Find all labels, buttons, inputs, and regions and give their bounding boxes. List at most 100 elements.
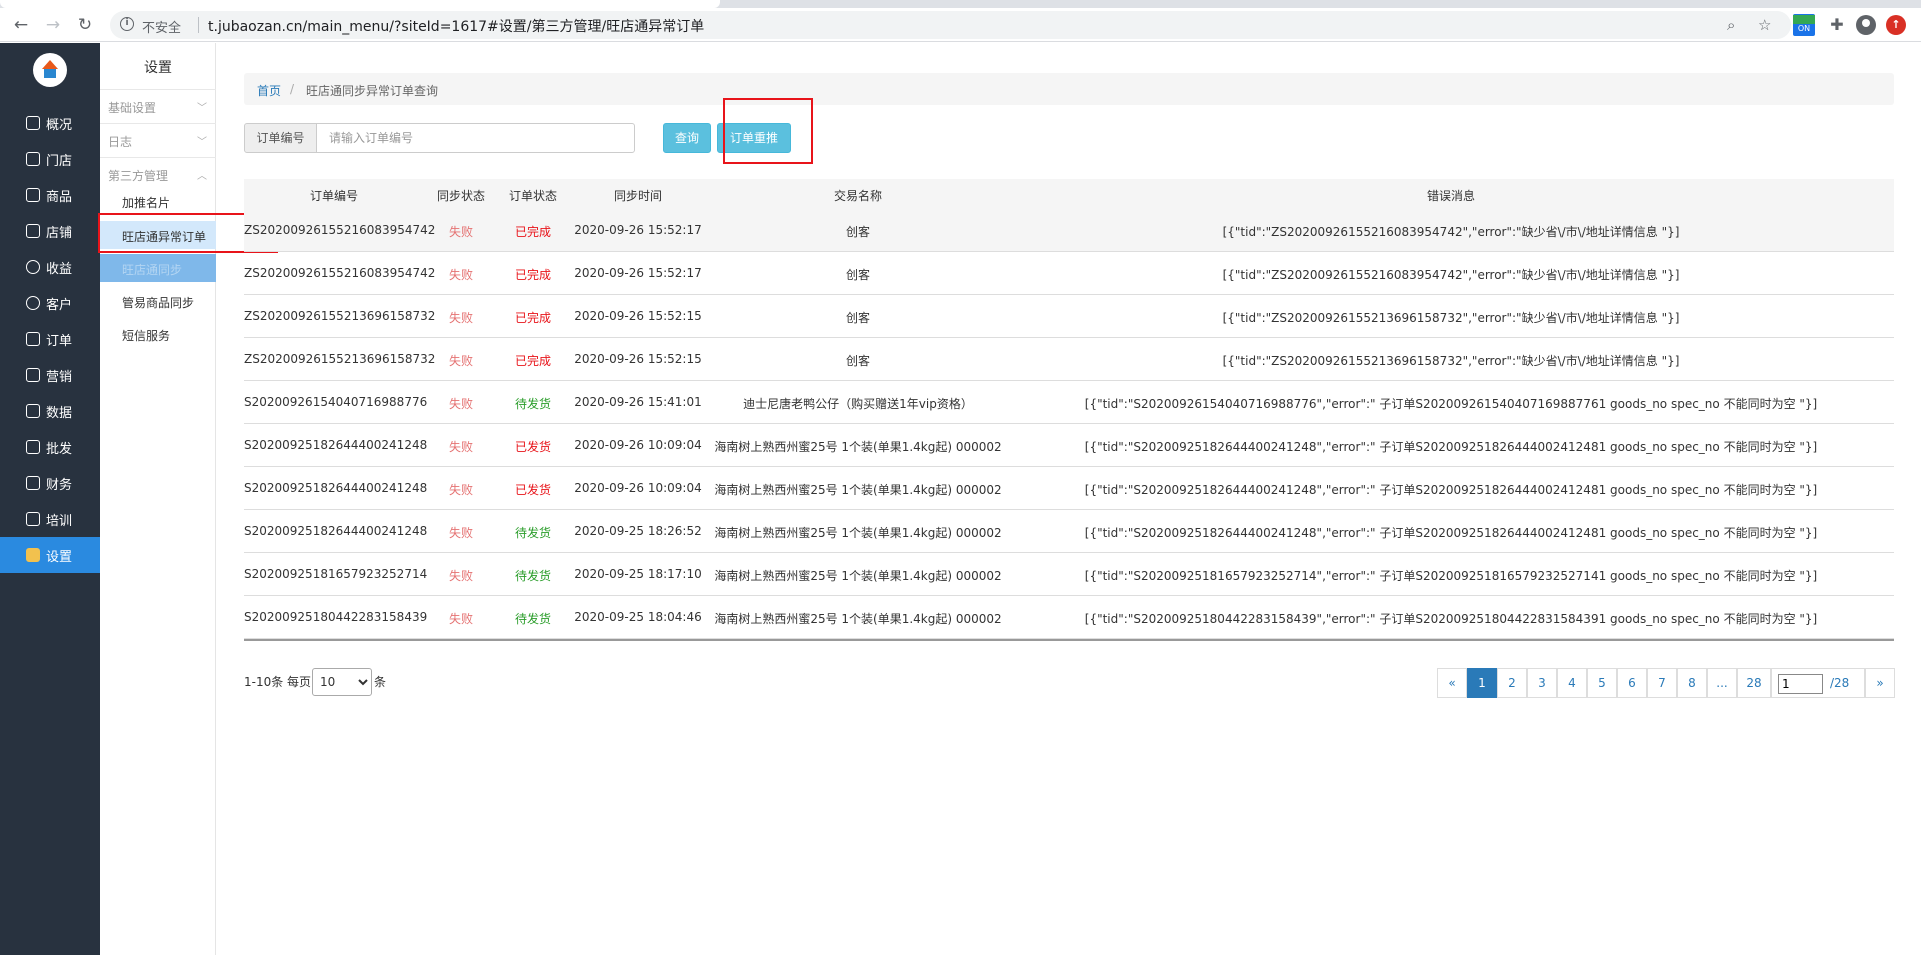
sub-sidebar: 设置 基础设置 ﹀ 日志 ﹀ 第三方管理 ︿ 加推名片 旺店通异常订单 旺店通同…: [100, 43, 216, 955]
table-row: ZS20200926155213696158732 失败 已完成 2020-09-26…: [244, 338, 1894, 381]
app-logo[interactable]: [33, 53, 67, 87]
sidebar-item-marketing[interactable]: 营销: [0, 357, 100, 393]
cell-sync-time: 2020-09-26 15:52:15: [574, 352, 702, 366]
sidebar-item-shop[interactable]: 店铺: [0, 213, 100, 249]
cell-trade-name: 创客: [845, 311, 870, 325]
page-button-8[interactable]: 8: [1677, 668, 1707, 698]
cell-trade-name: 创客: [845, 354, 870, 368]
sidebar-item-training[interactable]: 培训: [0, 501, 100, 537]
cell-order-status: 已完成: [514, 225, 551, 239]
page-button-2[interactable]: 2: [1497, 668, 1527, 698]
cell-error-message: [{"tid":"S20200925182644400241248","erro…: [1084, 483, 1818, 497]
sidebar-item-label: 客户: [46, 298, 73, 313]
page-button-1[interactable]: 1: [1467, 668, 1497, 698]
page-button-7[interactable]: 7: [1647, 668, 1677, 698]
subnav-item-business-card[interactable]: 加推名片: [100, 187, 216, 215]
subnav-item-sms[interactable]: 短信服务: [100, 320, 216, 348]
cell-sync-time: 2020-09-25 18:26:52: [574, 524, 702, 538]
omnibox-divider: [198, 17, 199, 33]
browser-tab-active[interactable]: [0, 0, 720, 8]
col-order-no: 订单编号: [309, 189, 358, 203]
subnav-group-thirdparty[interactable]: 第三方管理: [108, 167, 168, 184]
reload-icon[interactable]: ↻: [72, 12, 98, 38]
subnav-group-basic[interactable]: 基础设置: [108, 99, 156, 116]
sidebar-item-label: 财务: [46, 478, 73, 493]
search-label: 订单编号: [244, 123, 317, 153]
sidebar-item-orders[interactable]: 订单: [0, 321, 100, 357]
bookmark-star-icon[interactable]: ☆: [1758, 16, 1771, 34]
sidebar-item-products[interactable]: 商品: [0, 177, 100, 213]
sidebar-item-customers[interactable]: 客户: [0, 285, 100, 321]
profile-avatar-icon[interactable]: [1856, 15, 1876, 35]
cell-order-no: S20200925181657923252714: [244, 567, 428, 581]
chevron-up-icon[interactable]: ︿: [197, 167, 207, 182]
sidebar-item-settings[interactable]: 设置: [0, 537, 100, 573]
sidebar-item-label: 订单: [46, 334, 73, 349]
extensions-puzzle-icon[interactable]: ✚: [1826, 14, 1848, 36]
subnav-item-label: 旺店通同步: [122, 263, 183, 277]
home-icon: [26, 116, 40, 130]
gift-icon: [26, 368, 40, 382]
table-bottom-border: [244, 639, 1894, 641]
page-jump-input[interactable]: [1778, 674, 1823, 694]
page-total: /28: [1830, 676, 1850, 690]
page-button-6[interactable]: 6: [1617, 668, 1647, 698]
chevron-down-icon[interactable]: ﹀: [197, 99, 207, 114]
cell-order-status: 已完成: [514, 311, 551, 325]
sidebar-item-wholesale[interactable]: 批发: [0, 429, 100, 465]
sidebar-item-label: 商品: [46, 190, 73, 205]
address-bar[interactable]: i 不安全 t.jubaozan.cn/main_menu/?siteId=16…: [110, 11, 1791, 39]
page-button-5[interactable]: 5: [1587, 668, 1617, 698]
chevron-down-icon[interactable]: ﹀: [197, 133, 207, 148]
update-icon[interactable]: ↑: [1886, 15, 1906, 35]
info-icon[interactable]: i: [120, 17, 134, 31]
subnav-item-label: 短信服务: [122, 329, 171, 343]
cell-error-message: [{"tid":"S20200925182644400241248","erro…: [1084, 440, 1818, 454]
cell-order-no: S20200925182644400241248: [244, 481, 428, 495]
cell-trade-name: 海南树上熟西州蜜25号 1个装(单果1.4kg起) 000002: [714, 569, 1002, 583]
cell-order-status: 待发货: [514, 612, 551, 626]
sidebar-item-label: 批发: [46, 442, 73, 457]
subnav-group-log[interactable]: 日志: [108, 133, 132, 150]
back-icon[interactable]: ←: [8, 12, 34, 38]
wholesale-icon: [26, 440, 40, 454]
cell-sync-time: 2020-09-26 15:52:17: [574, 223, 702, 237]
cell-sync-status: 失败: [448, 354, 473, 368]
url-text[interactable]: t.jubaozan.cn/main_menu/?siteId=1617#设置/…: [208, 16, 704, 36]
page-button-4[interactable]: 4: [1557, 668, 1587, 698]
col-sync-status: 同步状态: [436, 189, 485, 203]
table-row: ZS20200926155216083954742 失败 已完成 2020-09-26…: [244, 252, 1894, 295]
extension-on-icon[interactable]: ON: [1793, 14, 1815, 36]
page-button-28[interactable]: 28: [1737, 668, 1771, 698]
col-order-status: 订单状态: [508, 189, 557, 203]
order-number-input[interactable]: [316, 123, 635, 153]
cell-order-status: 已发货: [514, 440, 551, 454]
sidebar-item-label: 概况: [46, 118, 73, 133]
query-button[interactable]: 查询: [663, 123, 711, 153]
zoom-icon[interactable]: ⌕: [1727, 16, 1735, 34]
sidebar-item-label: 数据: [46, 406, 73, 421]
breadcrumb-home-link[interactable]: 首页: [257, 82, 281, 99]
page-button-3[interactable]: 3: [1527, 668, 1557, 698]
order-search-group: 订单编号: [244, 123, 635, 153]
page-ellipsis: ...: [1707, 668, 1737, 698]
table-row: ZS20200926155213696158732 失败 已完成 2020-09-26…: [244, 295, 1894, 338]
sidebar-item-data[interactable]: 数据: [0, 393, 100, 429]
main-sidebar: 概况 门店 商品 店铺 收益 客户 订单 营销 数据 批发 财务 培训 设置: [0, 43, 100, 955]
next-page-button[interactable]: »: [1865, 668, 1895, 698]
cell-sync-time: 2020-09-25 18:17:10: [574, 567, 702, 581]
sidebar-item-earnings[interactable]: 收益: [0, 249, 100, 285]
divider: [100, 89, 216, 90]
cell-order-status: 待发货: [514, 569, 551, 583]
sidebar-item-store[interactable]: 门店: [0, 141, 100, 177]
sidebar-item-finance[interactable]: 财务: [0, 465, 100, 501]
page-size-select[interactable]: 10: [312, 668, 372, 696]
forward-icon[interactable]: →: [40, 12, 66, 38]
cell-order-status: 待发货: [514, 397, 551, 411]
subnav-item-wdt-sync[interactable]: 旺店通同步: [100, 254, 216, 282]
prev-page-button[interactable]: «: [1437, 668, 1467, 698]
sidebar-item-overview[interactable]: 概况: [0, 105, 100, 141]
subnav-item-label: 管易商品同步: [122, 296, 195, 310]
main-content: 首页 / 旺店通同步异常订单查询 订单编号 查询 订单重推 订单编号 同步状态 …: [216, 43, 1921, 955]
subnav-item-guanyi-sync[interactable]: 管易商品同步: [100, 287, 216, 315]
